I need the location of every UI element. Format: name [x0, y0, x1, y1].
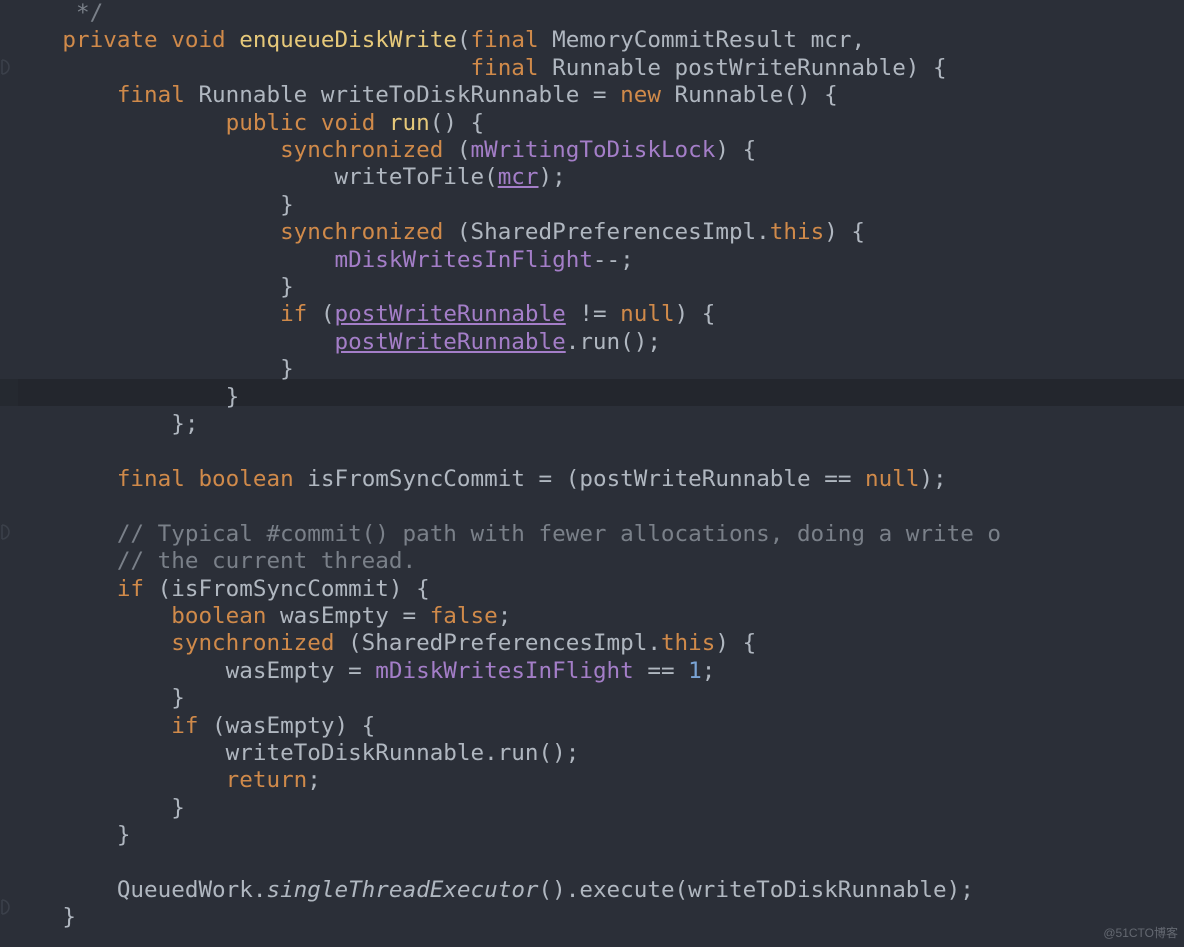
method-run: run: [389, 110, 430, 136]
kw-new: new: [620, 82, 661, 108]
field-mwritingtodisklock: mWritingToDiskLock: [471, 137, 716, 163]
ref-mcr[interactable]: mcr: [498, 164, 539, 190]
kw-void: void: [321, 110, 375, 136]
method-name: enqueueDiskWrite: [239, 27, 457, 53]
editor-gutter: [0, 0, 18, 947]
kw-boolean: boolean: [171, 603, 266, 629]
kw-boolean: boolean: [198, 466, 293, 492]
field-mdiskwritesinflight: mDiskWritesInFlight: [375, 658, 633, 684]
kw-void: void: [171, 27, 225, 53]
kw-return: return: [226, 767, 308, 793]
kw-if: if: [280, 301, 307, 327]
kw-synchronized: synchronized: [280, 137, 443, 163]
code-editor[interactable]: */ private void enqueueDiskWrite(final M…: [0, 0, 1184, 932]
var-isfromsynccommit: isFromSyncCommit: [307, 466, 525, 492]
var-writetodiskrunnable: writeToDiskRunnable: [321, 82, 579, 108]
kw-null: null: [865, 466, 919, 492]
kw-final: final: [117, 466, 185, 492]
kw-final: final: [471, 55, 539, 81]
highlighted-line: [0, 379, 1184, 406]
kw-null: null: [620, 301, 674, 327]
kw-final: final: [117, 82, 185, 108]
comment-end: */: [8, 0, 103, 26]
static-singlethreadexecutor: singleThreadExecutor: [266, 877, 538, 903]
kw-private: private: [62, 27, 157, 53]
kw-synchronized: synchronized: [171, 630, 334, 656]
kw-if: if: [171, 713, 198, 739]
kw-if: if: [117, 576, 144, 602]
ref-postwriterunnable[interactable]: postWriteRunnable: [335, 301, 566, 327]
kw-this: this: [770, 219, 824, 245]
field-mdiskwritesinflight: mDiskWritesInFlight: [334, 247, 592, 273]
kw-final: final: [471, 27, 539, 53]
param-mcr: mcr: [811, 27, 852, 53]
param-postwriterunnable: postWriteRunnable: [675, 55, 906, 81]
comment-line: // Typical #commit() path with fewer all…: [117, 521, 1001, 547]
kw-synchronized: synchronized: [280, 219, 443, 245]
ref-postwriterunnable[interactable]: postWriteRunnable: [334, 329, 565, 355]
kw-false: false: [430, 603, 498, 629]
watermark: @51CTO博客: [1103, 924, 1178, 941]
comment-line: // the current thread.: [117, 548, 416, 574]
kw-this: this: [661, 630, 715, 656]
literal-1: 1: [688, 658, 702, 684]
kw-public: public: [226, 110, 308, 136]
